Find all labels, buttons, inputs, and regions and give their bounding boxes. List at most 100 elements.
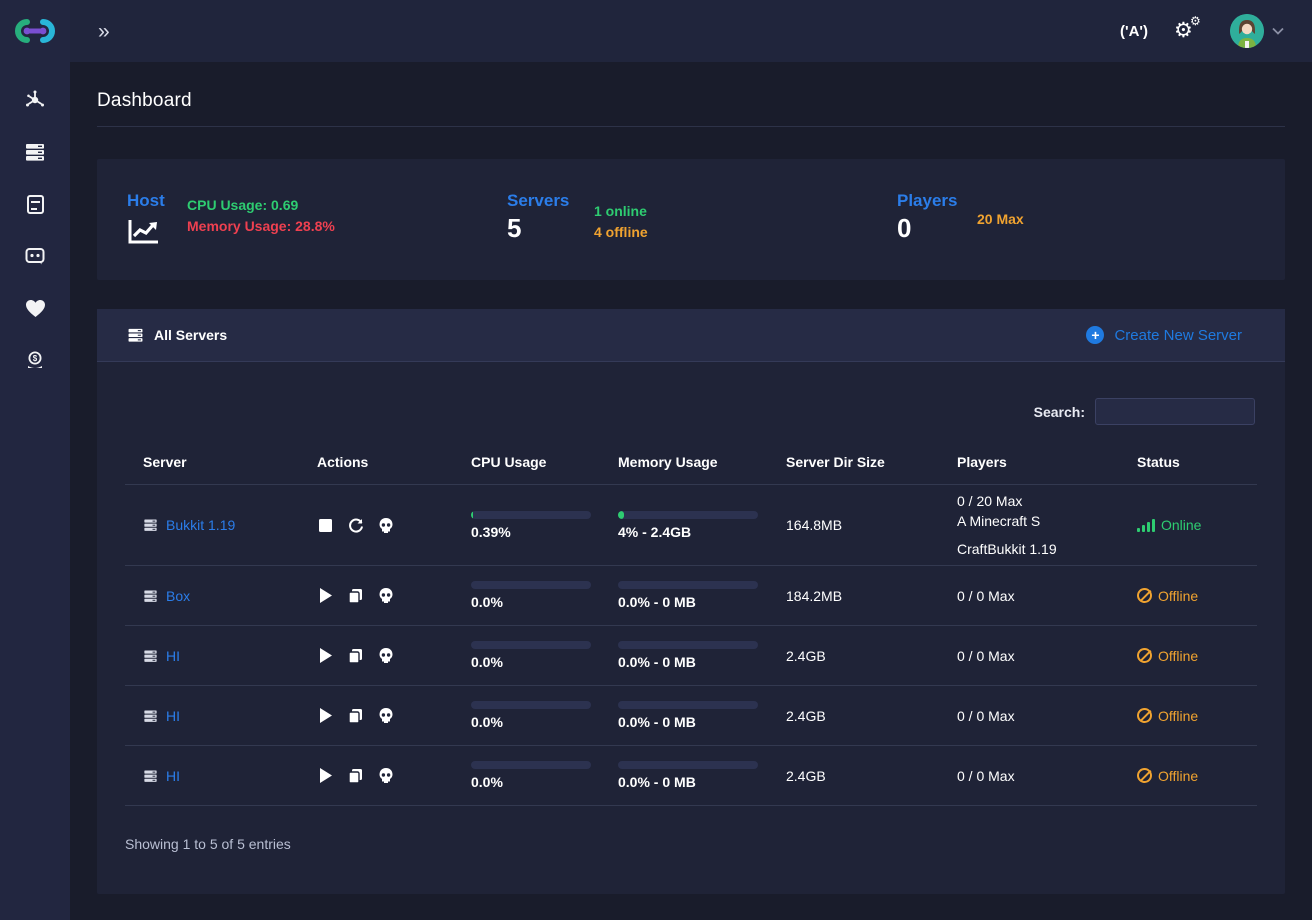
servers-online-count: 1 online — [594, 201, 648, 222]
page-title: Dashboard — [97, 90, 1285, 112]
col-header-memory[interactable]: Memory Usage — [618, 454, 786, 470]
server-link[interactable]: Box — [143, 588, 317, 604]
players-max: 20 Max — [977, 211, 1024, 227]
clone-server-icon[interactable] — [347, 587, 364, 605]
server-dir-size: 2.4GB — [786, 648, 957, 664]
cpu-usage-value: 0.0% — [471, 774, 618, 790]
status-badge: Offline — [1137, 648, 1257, 664]
servers-table: Server Actions CPU Usage Memory Usage Se… — [125, 439, 1257, 806]
status-badge: Offline — [1137, 708, 1257, 724]
table-row: HI 0.0% 0.0% - 0 MB 2.4GB 0 / 0 Max Offl… — [125, 626, 1257, 686]
clone-server-icon[interactable] — [347, 707, 364, 725]
cpu-usage-value: 0.0% — [471, 594, 618, 610]
sidebar-item-donate[interactable]: $ — [0, 334, 70, 386]
cpu-usage-value: 0.0% — [471, 654, 618, 670]
host-cpu-usage: CPU Usage: 0.69 — [187, 195, 335, 216]
panel-title: All Servers — [154, 327, 227, 343]
players-value: 0 / 20 Max — [957, 491, 1137, 511]
status-label: Offline — [1158, 648, 1198, 664]
server-description: A Minecraft S — [957, 511, 1137, 531]
server-name: Bukkit 1.19 — [166, 517, 235, 533]
memory-progress-bar — [618, 581, 758, 589]
memory-progress-bar — [618, 761, 758, 769]
start-server-icon[interactable] — [317, 647, 334, 665]
kill-server-icon[interactable] — [377, 516, 394, 534]
server-rack-icon — [143, 709, 158, 723]
search-input[interactable] — [1095, 398, 1255, 425]
kill-server-icon[interactable] — [377, 767, 394, 785]
ban-icon — [1137, 768, 1152, 783]
table-row: HI 0.0% 0.0% - 0 MB 2.4GB 0 / 0 Max Offl… — [125, 746, 1257, 806]
col-header-dirsize[interactable]: Server Dir Size — [786, 454, 957, 470]
start-server-icon[interactable] — [317, 767, 334, 785]
memory-usage-value: 0.0% - 0 MB — [618, 594, 786, 610]
col-header-status[interactable]: Status — [1137, 454, 1257, 470]
sidebar-item-documentation[interactable] — [0, 178, 70, 230]
restart-server-icon[interactable] — [347, 516, 364, 534]
main-content: Dashboard Host CPU Usage: 0.69 Memory Us… — [70, 62, 1312, 920]
server-dir-size: 2.4GB — [786, 708, 957, 724]
sidebar-expand-icon[interactable]: » — [98, 21, 108, 42]
players-value: 0 / 0 Max — [957, 588, 1137, 604]
server-name: HI — [166, 648, 180, 664]
col-header-server[interactable]: Server — [125, 454, 317, 470]
stats-card: Host CPU Usage: 0.69 Memory Usage: 28.8%… — [97, 159, 1285, 280]
status-badge: Offline — [1137, 588, 1257, 604]
servers-count: 5 — [507, 213, 569, 244]
search-label: Search: — [1034, 404, 1085, 420]
create-new-server-button[interactable]: + Create New Server — [1086, 326, 1242, 344]
server-dir-size: 184.2MB — [786, 588, 957, 604]
language-icon[interactable]: ('A') — [1120, 23, 1148, 40]
server-name: HI — [166, 708, 180, 724]
table-row: HI 0.0% 0.0% - 0 MB 2.4GB 0 / 0 Max Offl… — [125, 686, 1257, 746]
servers-offline-count: 4 offline — [594, 222, 648, 243]
hub-icon — [24, 89, 46, 111]
kill-server-icon[interactable] — [377, 647, 394, 665]
status-label: Online — [1161, 517, 1201, 533]
server-link[interactable]: HI — [143, 768, 317, 784]
cpu-progress-bar — [471, 701, 591, 709]
cpu-progress-bar — [471, 581, 591, 589]
col-header-cpu[interactable]: CPU Usage — [471, 454, 618, 470]
kill-server-icon[interactable] — [377, 587, 394, 605]
clone-server-icon[interactable] — [347, 767, 364, 785]
memory-progress-fill — [618, 511, 624, 519]
server-link[interactable]: Bukkit 1.19 — [143, 517, 317, 533]
players-count: 0 — [897, 213, 958, 244]
host-title: Host — [127, 191, 165, 211]
table-entries-info: Showing 1 to 5 of 5 entries — [125, 836, 1257, 852]
players-value: 0 / 0 Max — [957, 708, 1137, 724]
server-rack-icon — [143, 589, 158, 603]
table-row: Bukkit 1.19 — [125, 485, 1257, 566]
top-navbar: » ('A') ⚙⚙ — [70, 0, 1312, 62]
clone-server-icon[interactable] — [347, 647, 364, 665]
server-dir-size: 2.4GB — [786, 768, 957, 784]
server-name: Box — [166, 588, 190, 604]
user-menu[interactable] — [1230, 14, 1284, 48]
settings-gears-icon[interactable]: ⚙⚙ — [1174, 18, 1204, 44]
sidebar-item-support[interactable] — [0, 282, 70, 334]
cpu-progress-bar — [471, 761, 591, 769]
sidebar-item-dashboard[interactable] — [0, 74, 70, 126]
host-memory-usage: Memory Usage: 28.8% — [187, 216, 335, 237]
sidebar-item-servers[interactable] — [0, 126, 70, 178]
cpu-progress-fill — [471, 511, 473, 519]
sidebar-item-discord[interactable] — [0, 230, 70, 282]
server-link[interactable]: HI — [143, 648, 317, 664]
col-header-actions[interactable]: Actions — [317, 454, 471, 470]
ban-icon — [1137, 588, 1152, 603]
memory-progress-bar — [618, 641, 758, 649]
memory-progress-bar — [618, 511, 758, 519]
start-server-icon[interactable] — [317, 587, 334, 605]
stop-server-icon[interactable] — [317, 516, 334, 534]
col-header-players[interactable]: Players — [957, 454, 1137, 470]
app-logo[interactable] — [0, 0, 70, 62]
sidebar: $ — [0, 0, 70, 920]
status-label: Offline — [1158, 588, 1198, 604]
panel-header: All Servers + Create New Server — [97, 309, 1285, 362]
server-link[interactable]: HI — [143, 708, 317, 724]
status-label: Offline — [1158, 708, 1198, 724]
kill-server-icon[interactable] — [377, 707, 394, 725]
heart-icon — [25, 299, 46, 318]
start-server-icon[interactable] — [317, 707, 334, 725]
